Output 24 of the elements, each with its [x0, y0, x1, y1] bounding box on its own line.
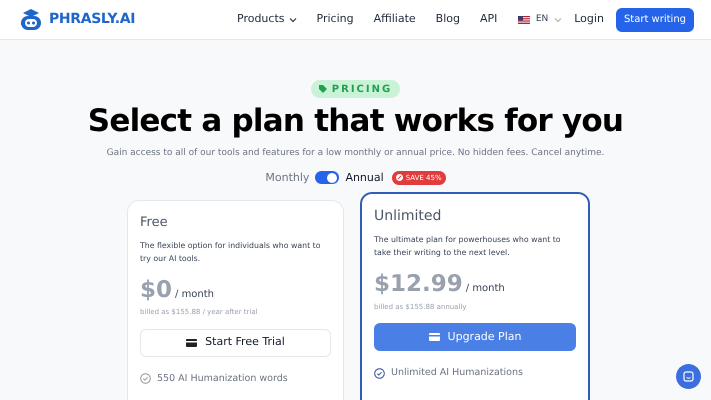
nav-link[interactable]: Blog: [436, 11, 460, 28]
nav-link[interactable]: Pricing: [316, 11, 354, 28]
price-period: / month: [175, 288, 214, 302]
plan-name: Unlimited: [374, 207, 442, 226]
plan-price: $12.99: [374, 270, 463, 299]
feature-text: Unlimited AI Humanizations: [391, 366, 523, 380]
language-selector[interactable]: EN: [518, 12, 562, 26]
plan-price: $0: [140, 276, 172, 304]
nav-link[interactable]: Products: [237, 11, 296, 28]
nav-link[interactable]: API: [480, 11, 498, 28]
plan-button[interactable]: Start Free Trial: [140, 328, 331, 356]
login-link[interactable]: Login: [574, 11, 604, 28]
page-heading: Select a plan that works for you: [88, 102, 624, 141]
brand-name: PHRASLY.AI: [49, 10, 136, 29]
feature-text: 550 AI Humanization words: [157, 372, 288, 386]
price-period: / month: [466, 282, 505, 296]
plan-name: Free: [140, 214, 169, 232]
subtitle: Gain access to all of our tools and features for a low monthly or annual price. No hidden fees. Cancel anytime.: [106, 147, 604, 160]
annual-label: Annual: [345, 170, 384, 186]
nav-link[interactable]: Affiliate: [374, 11, 416, 28]
monthly-label: Monthly: [265, 170, 310, 186]
plan-button[interactable]: Upgrade Plan: [374, 323, 576, 351]
start-writing-button[interactable]: Start writing: [616, 8, 694, 32]
pricing-badge: PRICING: [310, 80, 400, 98]
